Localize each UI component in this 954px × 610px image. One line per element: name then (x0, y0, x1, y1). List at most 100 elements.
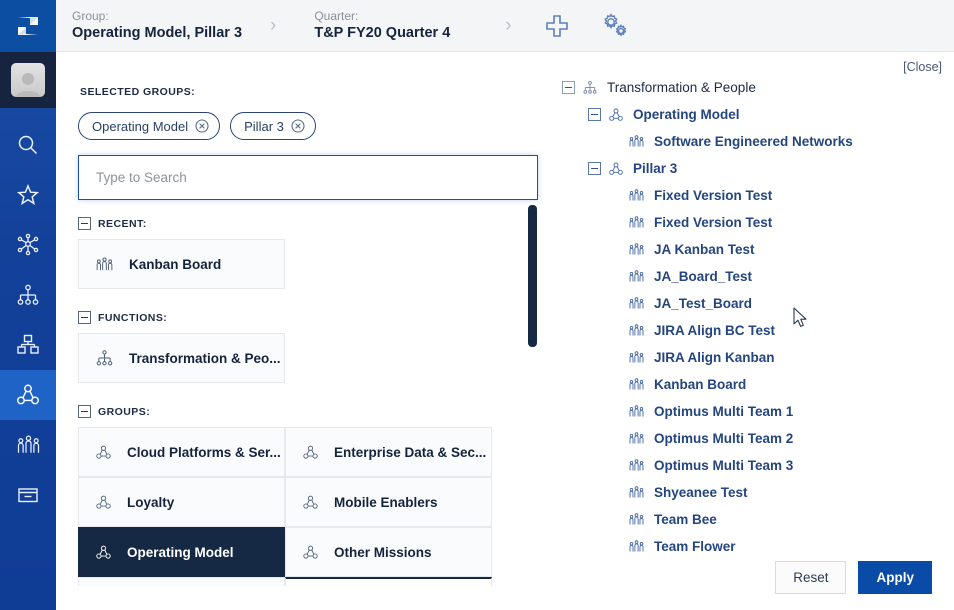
list-item-partial[interactable] (78, 577, 285, 586)
tree-node-team[interactable]: Fixed Version Test (546, 209, 954, 236)
tree-node-team[interactable]: Fixed Version Test (546, 182, 954, 209)
remove-circle-icon[interactable] (291, 119, 305, 133)
teams-people-icon (628, 377, 645, 392)
section-recent: RECENT: Kanban Board (78, 217, 285, 289)
breadcrumb-quarter[interactable]: Quarter: T&P FY20 Quarter 4 (276, 8, 450, 43)
remove-circle-icon[interactable] (195, 119, 209, 133)
chip-operating-model[interactable]: Operating Model (78, 112, 221, 140)
avatar-image (11, 63, 45, 97)
avatar[interactable] (0, 52, 56, 108)
tree-node-team[interactable]: JA Kanban Test (546, 236, 954, 263)
chip-label: Operating Model (92, 118, 189, 134)
chip-pillar-3[interactable]: Pillar 3 (230, 112, 316, 140)
add-button[interactable] (544, 13, 570, 39)
action-buttons: Reset Apply (775, 561, 932, 594)
network-nodes-icon (17, 233, 39, 256)
sidebar-item-groups[interactable] (0, 370, 56, 420)
app-root: Group: Operating Model, Pillar 3 › Quart… (0, 0, 954, 610)
teams-people-icon (628, 512, 645, 527)
list-item[interactable]: Other Missions (285, 527, 492, 577)
tree-node-label: Software Engineered Networks (654, 134, 853, 149)
close-link[interactable]: [Close] (903, 60, 942, 74)
section-groups-header[interactable]: GROUPS: (78, 405, 492, 418)
tree-node-label: Team Flower (654, 539, 736, 554)
settings-button[interactable] (600, 12, 630, 40)
tree-node-team[interactable]: JA_Board_Test (546, 263, 954, 290)
tree-node-team[interactable]: Optimus Multi Team 3 (546, 452, 954, 479)
sidebar-item-teams[interactable] (0, 420, 56, 470)
list-item-label: Kanban Board (129, 256, 222, 272)
collapse-minus-icon[interactable] (78, 217, 91, 230)
jira-align-logo-icon (18, 17, 38, 35)
group-people-icon (302, 544, 319, 561)
list-item-label: Operating Model (127, 544, 234, 560)
section-recent-header[interactable]: RECENT: (78, 217, 285, 230)
list-item-selected[interactable]: Operating Model (78, 527, 285, 577)
tree-node-label: Pillar 3 (633, 161, 678, 176)
sidebar-item-portfolio[interactable] (0, 320, 56, 370)
section-groups: GROUPS: Cloud Platforms & Ser... Enterpr… (78, 405, 492, 586)
tree-node-team[interactable]: JIRA Align Kanban (546, 344, 954, 371)
reset-button[interactable]: Reset (775, 561, 847, 594)
groups-list: Cloud Platforms & Ser... Enterprise Data… (78, 427, 492, 586)
tree-node-team[interactable]: Team Flower (546, 533, 954, 560)
main-content: SELECTED GROUPS: Operating Model Pillar … (56, 52, 954, 610)
list-item-partial-2[interactable] (285, 577, 492, 586)
app-logo[interactable] (0, 0, 56, 52)
tree-node-label: JA_Test_Board (654, 296, 753, 311)
add-plus-icon (545, 14, 568, 37)
sidebar-item-search[interactable] (0, 120, 56, 170)
list-item[interactable]: Cloud Platforms & Ser... (78, 427, 285, 477)
sidebar-item-archive[interactable] (0, 470, 56, 520)
sidebar-item-network[interactable] (0, 220, 56, 270)
tree-node-team[interactable]: JIRA Align BC Test (546, 317, 954, 344)
tree-node-transformation-people[interactable]: Transformation & People (546, 74, 954, 101)
tree-node-label: Fixed Version Test (654, 215, 773, 230)
section-functions-header[interactable]: FUNCTIONS: (78, 311, 285, 324)
list-item[interactable]: Loyalty (78, 477, 285, 527)
breadcrumb-group-value: Operating Model, Pillar 3 (72, 25, 243, 41)
list-item-label: Cloud Platforms & Ser... (127, 444, 281, 460)
sidebar-item-favorites[interactable] (0, 170, 56, 220)
user-silhouette-icon (16, 73, 40, 97)
list-item[interactable]: Mobile Enablers (285, 477, 492, 527)
selected-group-chips: Operating Model Pillar 3 (78, 112, 316, 140)
sidebar-item-hierarchy[interactable] (0, 270, 56, 320)
tree-node-operating-model[interactable]: Operating Model (546, 101, 954, 128)
apply-button[interactable]: Apply (858, 561, 932, 594)
left-pane-scrollbar-thumb[interactable] (528, 205, 537, 347)
tree-node-label: JA Kanban Test (654, 242, 755, 257)
list-item[interactable]: Transformation & Peo... (78, 333, 285, 383)
teams-people-icon (628, 458, 645, 473)
search-input[interactable] (96, 170, 537, 185)
tree-node-team[interactable]: Team Bee (546, 506, 954, 533)
list-item[interactable]: Enterprise Data & Sec... (285, 427, 492, 477)
section-title: GROUPS: (98, 405, 151, 418)
tree-node-pillar-3[interactable]: Pillar 3 (546, 155, 954, 182)
tree-node-team[interactable]: Kanban Board (546, 371, 954, 398)
tree-node-team[interactable]: Shyeanee Test (546, 479, 954, 506)
org-hierarchy-icon (17, 284, 39, 305)
breadcrumb-group[interactable]: Group: Operating Model, Pillar 3 (56, 8, 242, 43)
tree-list: Transformation & People Operating Model (546, 74, 954, 560)
tree-node-label: Fixed Version Test (654, 188, 773, 203)
tree-node-team[interactable]: Optimus Multi Team 1 (546, 398, 954, 425)
collapse-minus-icon[interactable] (588, 108, 601, 121)
collapse-minus-icon[interactable] (78, 405, 91, 418)
search-input-wrapper[interactable] (78, 155, 538, 200)
selected-groups-label: SELECTED GROUPS: (80, 86, 196, 98)
rail-item-list (0, 120, 56, 520)
collapse-minus-icon[interactable] (562, 81, 575, 94)
tree-node-team[interactable]: JA_Test_Board (546, 290, 954, 317)
teams-people-icon (628, 134, 645, 149)
collapse-minus-icon[interactable] (588, 162, 601, 175)
list-item[interactable]: Kanban Board (78, 239, 285, 289)
tree-node-team[interactable]: Optimus Multi Team 2 (546, 425, 954, 452)
tree-node-label: JIRA Align BC Test (654, 323, 776, 338)
tree-node-software-engineered-networks[interactable]: Software Engineered Networks (546, 128, 954, 155)
org-hierarchy-icon (582, 80, 598, 95)
collapse-minus-icon[interactable] (78, 311, 91, 324)
teams-people-icon (628, 539, 645, 554)
list-item-label: Mobile Enablers (334, 494, 438, 510)
breadcrumb-quarter-label: Quarter: (314, 9, 359, 23)
